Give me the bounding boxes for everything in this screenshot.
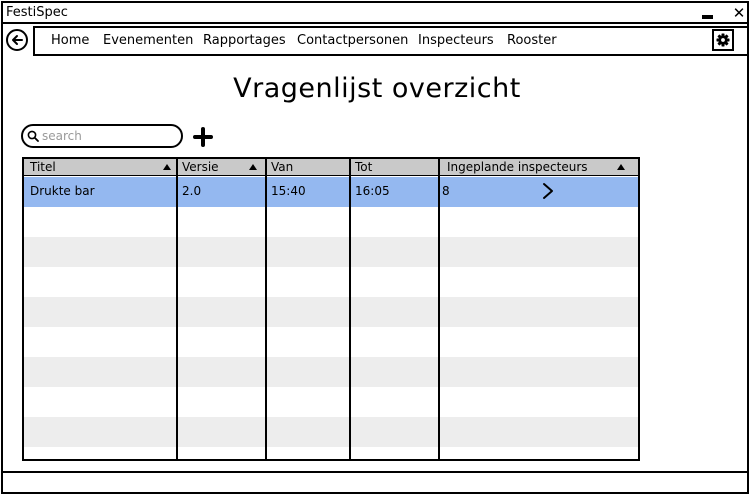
empty-row [24, 207, 638, 237]
title-bar: FestiSpec ✕ [3, 3, 747, 24]
column-divider[interactable] [438, 159, 440, 459]
back-button[interactable] [6, 29, 28, 51]
chevron-right-icon[interactable] [542, 181, 554, 201]
empty-row [24, 387, 638, 417]
page-title: Vragenlijst overzicht [233, 73, 521, 104]
search-input[interactable] [42, 129, 172, 143]
nav-item-rapportages[interactable]: Rapportages [203, 33, 286, 48]
plus-icon [193, 127, 213, 147]
column-header-versie[interactable]: Versie [178, 159, 219, 175]
cell-van: 15:40 [271, 184, 306, 198]
search-box[interactable] [21, 124, 183, 148]
cell-versie: 2.0 [182, 184, 202, 198]
questionnaire-table: Titel Versie Van Tot Ingeplande inspecte… [22, 157, 640, 461]
empty-row [24, 297, 638, 327]
cell-tot: 16:05 [355, 184, 390, 198]
column-header-ingeplande-inspecteurs[interactable]: Ingeplande inspecteurs [443, 159, 588, 175]
column-divider[interactable] [349, 159, 351, 459]
table-header: Titel Versie Van Tot Ingeplande inspecte… [24, 159, 638, 176]
empty-row [24, 447, 638, 459]
nav-item-contactpersonen[interactable]: Contactpersonen [297, 33, 408, 48]
empty-row [24, 327, 638, 357]
search-icon [27, 130, 39, 142]
column-divider[interactable] [265, 159, 267, 459]
sort-ascending-icon[interactable] [163, 164, 171, 170]
column-header-van[interactable]: Van [267, 159, 293, 175]
empty-row [24, 267, 638, 297]
sort-ascending-icon[interactable] [249, 164, 257, 170]
status-bar [3, 471, 747, 492]
gear-icon [716, 33, 730, 47]
empty-row [24, 237, 638, 267]
nav-item-home[interactable]: Home [51, 33, 89, 48]
app-window: FestiSpec ✕ Home Evenementen Rapportages… [1, 1, 749, 494]
minimize-button[interactable] [697, 3, 717, 23]
empty-row [24, 417, 638, 447]
close-button[interactable]: ✕ [729, 3, 749, 23]
app-title: FestiSpec [6, 5, 68, 20]
cell-titel: Drukte bar [30, 184, 95, 198]
nav-item-evenementen[interactable]: Evenementen [103, 33, 193, 48]
column-header-titel[interactable]: Titel [26, 159, 56, 175]
nav-bar: Home Evenementen Rapportages Contactpers… [3, 26, 747, 56]
sort-ascending-icon[interactable] [617, 164, 625, 170]
nav-item-inspecteurs[interactable]: Inspecteurs [418, 33, 494, 48]
add-button[interactable] [191, 125, 215, 149]
column-divider[interactable] [176, 159, 178, 459]
back-arrow-icon [12, 35, 23, 45]
nav-item-rooster[interactable]: Rooster [507, 33, 557, 48]
minimize-icon [701, 15, 713, 19]
nav-menu: Home Evenementen Rapportages Contactpers… [33, 26, 747, 56]
close-icon: ✕ [732, 4, 746, 22]
column-header-tot[interactable]: Tot [351, 159, 372, 175]
table-row[interactable]: Drukte bar 2.0 15:40 16:05 8 [24, 177, 638, 207]
empty-row [24, 357, 638, 387]
settings-button[interactable] [712, 29, 734, 51]
